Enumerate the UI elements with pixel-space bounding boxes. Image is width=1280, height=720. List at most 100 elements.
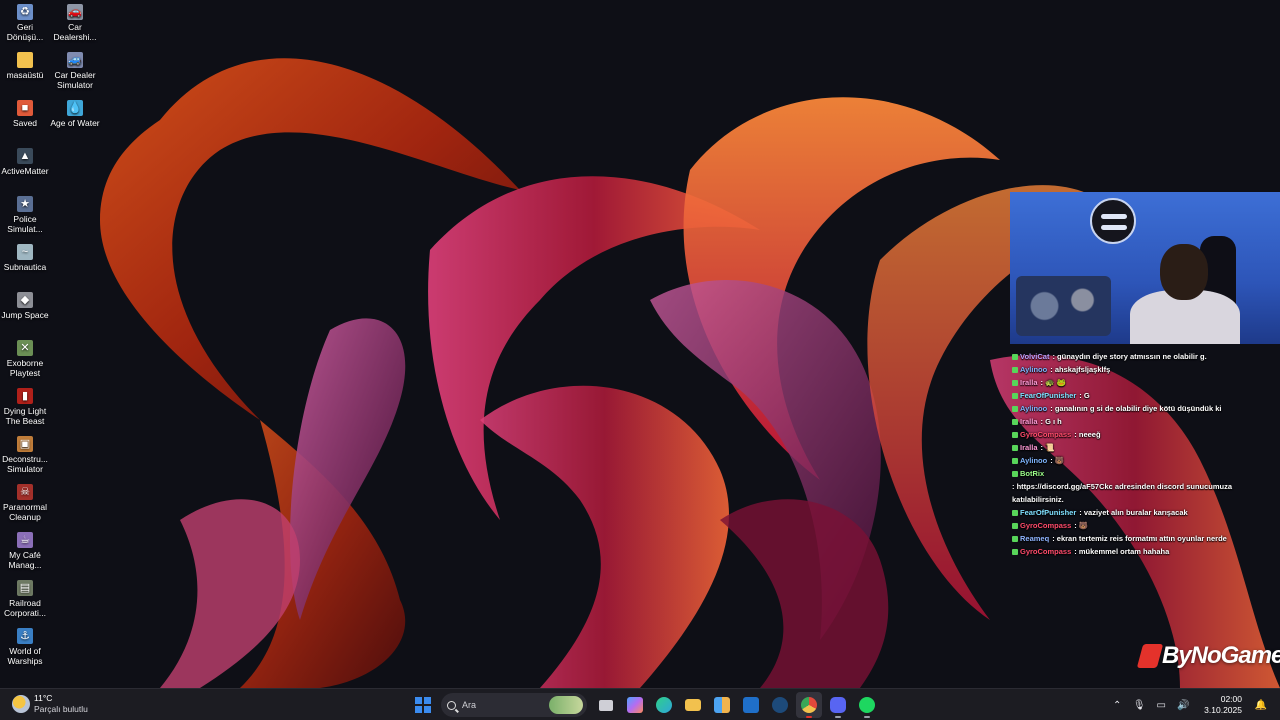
desktop-icon-world-of-warships[interactable]: ⚓ World of Warships xyxy=(0,628,50,666)
brand-text: ByNoGame xyxy=(1162,642,1280,669)
chat-username: Iralla xyxy=(1020,417,1038,426)
steam-app[interactable] xyxy=(767,692,793,718)
badge-icon xyxy=(1012,470,1018,477)
my-cafe-icon: ☕ xyxy=(17,532,33,548)
desktop-icon-label: Car Dealer Simulator xyxy=(54,70,96,90)
chat-username: GyroCompass xyxy=(1020,430,1072,439)
network-icon[interactable]: ▭ xyxy=(1152,696,1170,714)
desktop-icon-saved[interactable]: ■ Saved xyxy=(0,100,50,128)
jump-space-icon: ◆ xyxy=(17,292,33,308)
paranormal-icon: ☠ xyxy=(17,484,33,500)
chat-text: : 🐻 xyxy=(1074,521,1089,530)
desktop-icon-area: ♻ Geri Dönüşü... 🚗 Car Dealershi... masa… xyxy=(0,0,110,688)
file-explorer-app[interactable] xyxy=(680,692,706,718)
spotify-app[interactable] xyxy=(854,692,880,718)
clock[interactable]: 02:00 3.10.2025 xyxy=(1204,694,1242,716)
chrome-app[interactable] xyxy=(795,692,822,718)
chat-message: Iralla : 📜 xyxy=(1012,441,1278,454)
desktop-icon-label: Paranormal Cleanup xyxy=(3,502,47,522)
recycle-bin-icon: ♻ xyxy=(17,4,33,20)
chevron-up-icon[interactable]: ⌃ xyxy=(1108,696,1126,714)
running-indicator xyxy=(834,716,841,718)
chat-username: Aylinoo xyxy=(1020,365,1048,374)
chat-message: Iralla : G ı h xyxy=(1012,415,1278,428)
taskbar-search[interactable]: Ara xyxy=(441,693,587,717)
outlook-app[interactable] xyxy=(738,692,764,718)
edge-icon xyxy=(655,697,672,713)
badge-icon xyxy=(1012,353,1018,360)
stream-chat-overlay: VolviCat : günaydın diye story atmıssın … xyxy=(1012,350,1278,558)
badge-icon xyxy=(1012,522,1018,529)
desktop-icon-activematter[interactable]: ▲ ActiveMatter xyxy=(0,148,50,176)
streamer-logo-icon xyxy=(1090,198,1136,244)
badge-icon xyxy=(1012,457,1018,464)
notification-bell-icon[interactable]: 🔔 xyxy=(1252,696,1270,714)
desktop-icon-age-of-water[interactable]: 💧 Age of Water xyxy=(50,100,100,128)
desktop-icon-railroad-corporation[interactable]: ▤ Railroad Corporati... xyxy=(0,580,50,618)
weather-widget[interactable]: 11°C Parçalı bulutlu xyxy=(12,693,88,715)
copilot-icon xyxy=(626,697,643,713)
desktop-icon-masaustu[interactable]: masaüstü xyxy=(0,52,50,80)
desktop-icon-car-dealership[interactable]: 🚗 Car Dealershi... xyxy=(50,4,100,42)
chat-text: : 🐢 🐸 xyxy=(1040,378,1066,387)
chat-text: : 📜 xyxy=(1040,443,1055,452)
chat-message: Aylinoo : ahskajfsljaşklfş xyxy=(1012,363,1278,376)
chat-username: GyroCompass xyxy=(1020,521,1072,530)
desktop-icon-label: My Café Manag... xyxy=(8,550,42,570)
saved-icon: ■ xyxy=(17,100,33,116)
copilot-app[interactable] xyxy=(622,692,648,718)
car-dealer-sim-icon: 🚙 xyxy=(67,52,83,68)
volume-icon[interactable]: 🔊 xyxy=(1174,696,1192,714)
microphone-icon[interactable]: 🎙 xyxy=(1130,696,1148,714)
chat-text: : ekran tertemiz reis formatmı attın oyu… xyxy=(1052,534,1227,543)
desktop-icon-paranormal-cleanup[interactable]: ☠ Paranormal Cleanup xyxy=(0,484,50,522)
desktop-icon-label: Saved xyxy=(12,118,38,128)
windows-logo-icon xyxy=(414,697,431,713)
store-app[interactable] xyxy=(709,692,735,718)
bynogame-logo-icon xyxy=(1136,644,1164,668)
desktop-icon-label: masaüstü xyxy=(6,70,44,80)
chat-message: GyroCompass : 🐻 xyxy=(1012,519,1278,532)
chat-message: VolviCat : günaydın diye story atmıssın … xyxy=(1012,350,1278,363)
chat-message: FearOfPunisher : vaziyet alın buralar ka… xyxy=(1012,506,1278,519)
badge-icon xyxy=(1012,444,1018,451)
chat-text: : ahskajfsljaşklfş xyxy=(1050,365,1111,374)
taskbar: 11°C Parçalı bulutlu Ara ⌃ 🎙 ▭ 🔊 02:00 3… xyxy=(0,688,1280,720)
desktop-icon-my-cafe[interactable]: ☕ My Café Manag... xyxy=(0,532,50,570)
desktop-icon-label: ActiveMatter xyxy=(1,166,49,176)
chat-message: Aylinoo : ganalının g si de olabilir diy… xyxy=(1012,402,1278,415)
desktop-icon-recycle-bin[interactable]: ♻ Geri Dönüşü... xyxy=(0,4,50,42)
task-view-button[interactable] xyxy=(593,692,619,718)
start-button[interactable] xyxy=(410,692,436,718)
desktop-icon-label: Dying Light The Beast xyxy=(3,406,47,426)
desktop-icon-label: Age of Water xyxy=(50,118,100,128)
store-icon xyxy=(713,697,730,713)
chat-username: BotRix xyxy=(1020,469,1045,478)
age-of-water-icon: 💧 xyxy=(67,100,83,116)
desktop-icon-car-dealer-simulator[interactable]: 🚙 Car Dealer Simulator xyxy=(50,52,100,90)
badge-icon xyxy=(1012,392,1018,399)
edge-app[interactable] xyxy=(651,692,677,718)
badge-icon xyxy=(1012,535,1018,542)
activematter-icon: ▲ xyxy=(17,148,33,164)
bynogame-watermark: ByNoGame xyxy=(1136,642,1280,670)
partly-cloudy-icon xyxy=(12,695,30,713)
chrome-icon xyxy=(800,697,817,713)
outlook-icon xyxy=(742,697,759,713)
system-tray: ⌃ 🎙 ▭ 🔊 02:00 3.10.2025 🔔 xyxy=(1106,689,1280,720)
desktop-icon-jump-space[interactable]: ◆ Jump Space xyxy=(0,292,50,320)
search-highlight-image xyxy=(549,696,583,714)
desktop-icon-label: Car Dealershi... xyxy=(53,22,97,42)
discord-app[interactable] xyxy=(825,692,851,718)
desktop-icon-exoborne[interactable]: ✕ Exoborne Playtest xyxy=(0,340,50,378)
desktop-icon-label: Exoborne Playtest xyxy=(6,358,44,378)
clock-date: 3.10.2025 xyxy=(1204,705,1242,715)
desktop-icon-subnautica[interactable]: ~ Subnautica xyxy=(0,244,50,272)
chat-text: : G xyxy=(1079,391,1090,400)
desktop-icon-police-simulator[interactable]: ★ Police Simulat... xyxy=(0,196,50,234)
chat-username: Iralla xyxy=(1020,378,1038,387)
desktop-icon-deconstruction-simulator[interactable]: ▣ Deconstru... Simulator xyxy=(0,436,50,474)
desktop-icon-dying-light[interactable]: ▮ Dying Light The Beast xyxy=(0,388,50,426)
webcam-overlay xyxy=(1010,192,1280,344)
chat-message: GyroCompass : mükemmel ortam hahaha xyxy=(1012,545,1278,558)
